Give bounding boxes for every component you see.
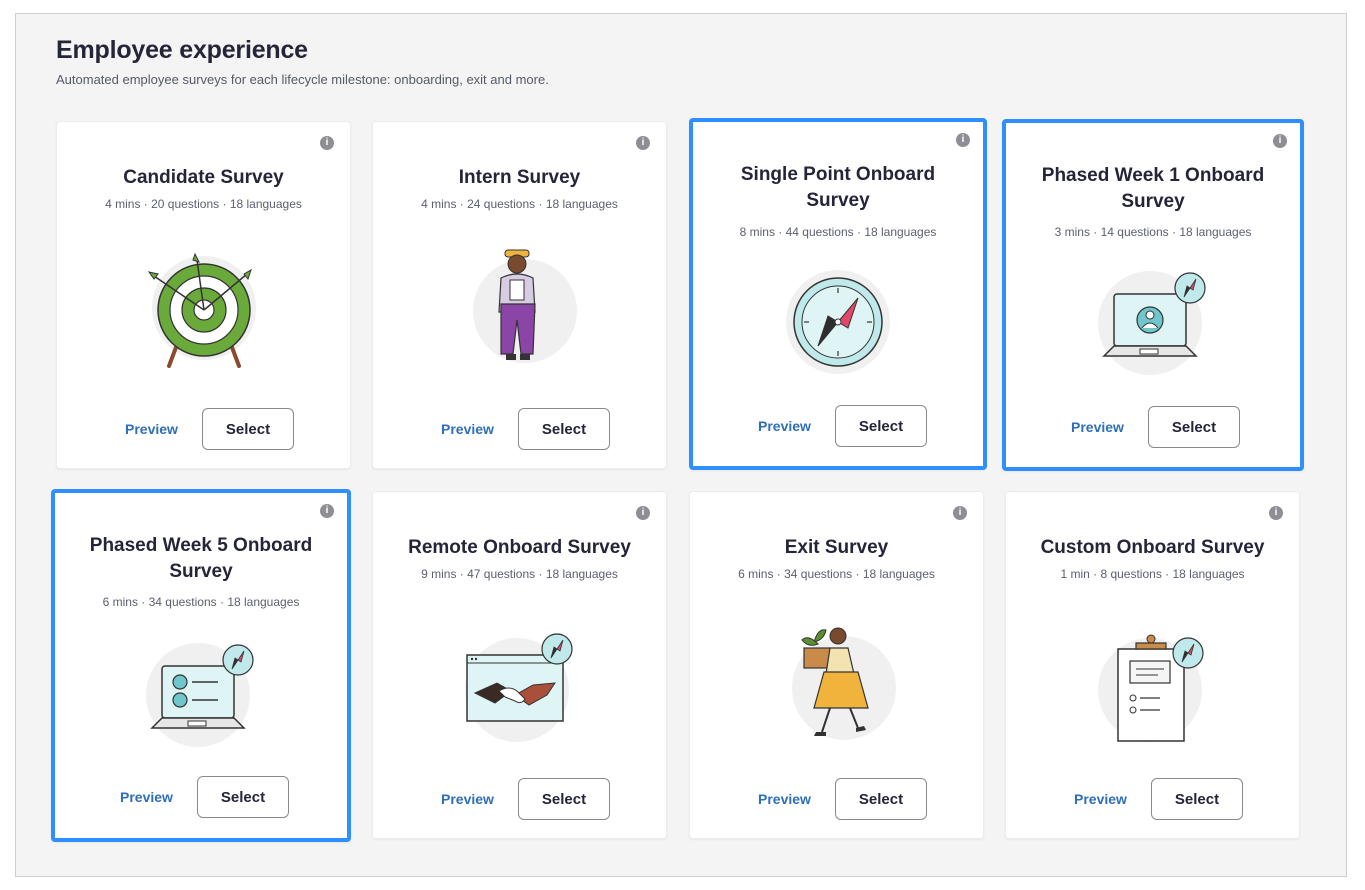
select-button[interactable]: Select (518, 408, 610, 450)
info-icon[interactable]: i (636, 136, 650, 150)
select-button[interactable]: Select (835, 405, 927, 447)
survey-card-candidate[interactable]: i Candidate Survey 4 mins · 20 questions… (56, 121, 351, 469)
survey-title: Phased Week 1 Onboard Survey (1041, 165, 1265, 212)
info-icon[interactable]: i (956, 133, 970, 147)
survey-title: Candidate Survey (123, 167, 284, 188)
select-button[interactable]: Select (202, 408, 294, 450)
preview-link[interactable]: Preview (758, 791, 811, 807)
survey-card-custom-onboard[interactable]: i Custom Onboard Survey 1 min · 8 questi… (1005, 491, 1300, 839)
survey-title: Intern Survey (458, 167, 581, 188)
info-icon[interactable]: i (1269, 506, 1283, 520)
preview-link[interactable]: Preview (1074, 791, 1127, 807)
survey-meta: 3 mins · 14 questions · 18 languages (1054, 225, 1252, 239)
preview-link[interactable]: Preview (758, 418, 811, 434)
survey-meta: 1 min · 8 questions · 18 languages (1060, 567, 1245, 581)
compass-icon (773, 257, 903, 387)
survey-title: Single Point Onboard Survey (740, 164, 936, 211)
preview-link[interactable]: Preview (120, 789, 173, 805)
survey-title: Phased Week 5 Onboard Survey (89, 535, 313, 582)
employee-experience-panel: Employee experience Automated employee s… (15, 13, 1347, 877)
survey-card-exit[interactable]: i Exit Survey 6 mins · 34 questions · 18… (689, 491, 984, 839)
person-carrying-box-icon (772, 620, 902, 750)
survey-meta: 8 mins · 44 questions · 18 languages (739, 225, 937, 239)
info-icon[interactable]: i (320, 136, 334, 150)
survey-title: Exit Survey (784, 537, 889, 558)
info-icon[interactable]: i (320, 504, 334, 518)
survey-card-remote-onboard[interactable]: i Remote Onboard Survey 9 mins · 47 ques… (372, 491, 667, 839)
section-title: Employee experience (56, 36, 308, 64)
survey-card-single-point-onboard[interactable]: i Single Point Onboard Survey 8 mins · 4… (689, 118, 987, 470)
target-icon (139, 246, 269, 376)
survey-meta: 4 mins · 20 questions · 18 languages (105, 197, 302, 211)
info-icon[interactable]: i (1273, 134, 1287, 148)
select-button[interactable]: Select (197, 776, 289, 818)
select-button[interactable]: Select (835, 778, 927, 820)
select-button[interactable]: Select (518, 778, 610, 820)
info-icon[interactable]: i (636, 506, 650, 520)
laptop-user-icon (1088, 258, 1218, 388)
section-subtitle: Automated employee surveys for each life… (56, 72, 549, 87)
survey-card-phased-week-5-onboard[interactable]: i Phased Week 5 Onboard Survey 6 mins · … (51, 489, 351, 842)
preview-link[interactable]: Preview (1071, 419, 1124, 435)
survey-meta: 4 mins · 24 questions · 18 languages (421, 197, 618, 211)
preview-link[interactable]: Preview (441, 421, 494, 437)
survey-card-phased-week-1-onboard[interactable]: i Phased Week 1 Onboard Survey 3 mins · … (1002, 119, 1304, 471)
laptop-list-icon (136, 630, 266, 760)
handshake-icon (455, 625, 585, 755)
survey-meta: 9 mins · 47 questions · 18 languages (421, 567, 618, 581)
survey-title: Remote Onboard Survey (408, 537, 631, 558)
preview-link[interactable]: Preview (125, 421, 178, 437)
select-button[interactable]: Select (1148, 406, 1240, 448)
select-button[interactable]: Select (1151, 778, 1243, 820)
info-icon[interactable]: i (953, 506, 967, 520)
survey-meta: 6 mins · 34 questions · 18 languages (738, 567, 935, 581)
clipboard-icon (1088, 625, 1218, 755)
survey-card-intern[interactable]: i Intern Survey 4 mins · 24 questions · … (372, 121, 667, 469)
survey-title: Custom Onboard Survey (1040, 537, 1265, 558)
preview-link[interactable]: Preview (441, 791, 494, 807)
survey-meta: 6 mins · 34 questions · 18 languages (102, 595, 300, 609)
intern-person-icon (455, 246, 585, 376)
